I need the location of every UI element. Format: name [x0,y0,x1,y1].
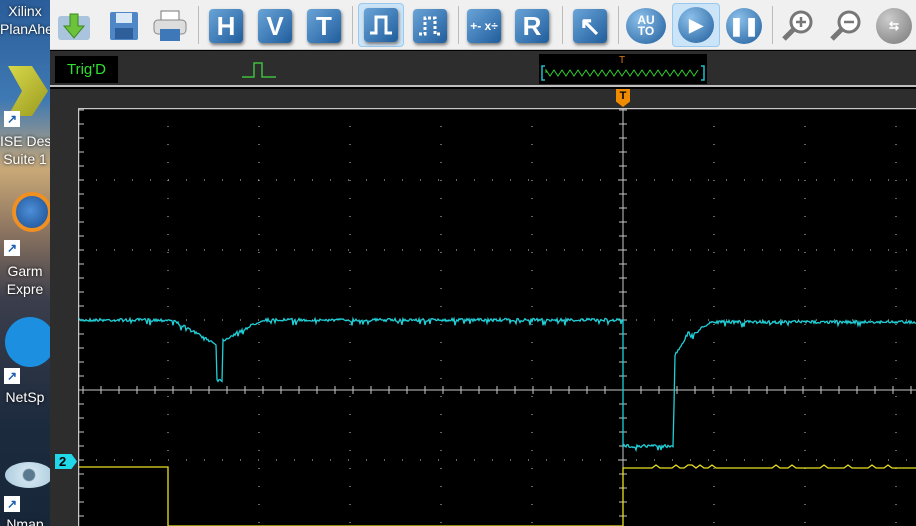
trigger-marker-bar: T [50,89,916,108]
channel-2-marker[interactable]: 2 [55,454,77,469]
print-icon [153,10,187,41]
cursor-button[interactable]: ↖ [570,6,610,46]
xilinx-logo-icon [8,66,48,116]
open-icon [58,13,90,40]
pause-icon: ❚❚ [726,8,762,44]
save-icon [110,12,138,40]
save-button[interactable] [104,6,144,46]
desktop-icon-nmap[interactable]: Nmap [0,515,50,526]
pulse-dotted-icon [413,9,447,43]
print-button[interactable] [150,6,190,46]
trigger-pulse-icon [242,62,276,78]
pan-arrows-icon: ⇆ [876,8,912,44]
plot-background [78,108,916,526]
toolbar: H V T +- x÷ R ↖ AU TO ▶ ❚❚ ⇆ [50,0,916,50]
shortcut-arrow-icon: ↗ [4,111,20,127]
desktop-icon-garmin[interactable]: Garm Expre [0,262,50,298]
run-button[interactable]: ▶ [672,3,720,47]
math-button[interactable]: +- x÷ [464,6,504,46]
scope-display: 2 [50,108,916,526]
open-button[interactable] [54,6,94,46]
single-pulse-button[interactable] [358,3,404,47]
trigger-button[interactable]: T [304,6,344,46]
zoom-out-icon [830,10,861,41]
stop-button[interactable]: ❚❚ [724,6,764,46]
pan-button[interactable]: ⇆ [874,6,914,46]
auto-button[interactable]: AU TO [626,6,666,46]
netspot-icon [5,317,50,367]
vertical-button[interactable]: V [255,6,295,46]
horizontal-button[interactable]: H [206,6,246,46]
math-icon: +- x÷ [467,9,501,43]
desktop-icon-ise[interactable]: ISE Des Suite 1 [0,132,50,168]
zoom-in-icon [782,10,813,41]
eye-icon [5,462,50,488]
pulse-icon [364,8,398,42]
desktop-icon-xilinx[interactable]: Xilinx PlanAhe [0,2,50,38]
zoom-in-button[interactable] [778,6,818,46]
reference-button[interactable]: R [512,6,552,46]
play-icon: ▶ [678,7,714,43]
desktop-icon-netspot[interactable]: NetSp [0,388,50,406]
status-bar: Trig'D T [50,51,916,87]
shortcut-arrow-icon: ↗ [4,496,20,512]
shortcut-arrow-icon: ↗ [4,368,20,384]
cursor-arrow-icon: ↖ [573,9,607,43]
persistence-button[interactable] [410,6,450,46]
trigger-status: Trig'D [55,56,118,83]
zoom-out-button[interactable] [826,6,866,46]
desktop-strip: Xilinx PlanAhe ↗ ISE Des Suite 1 ↗ Garm Exp… [0,0,50,526]
trigger-position-marker[interactable]: T [616,89,630,107]
globe-icon [12,192,50,232]
shortcut-arrow-icon: ↗ [4,240,20,256]
waveform-plot[interactable] [78,108,916,526]
memory-position-indicator[interactable]: T [539,54,707,84]
